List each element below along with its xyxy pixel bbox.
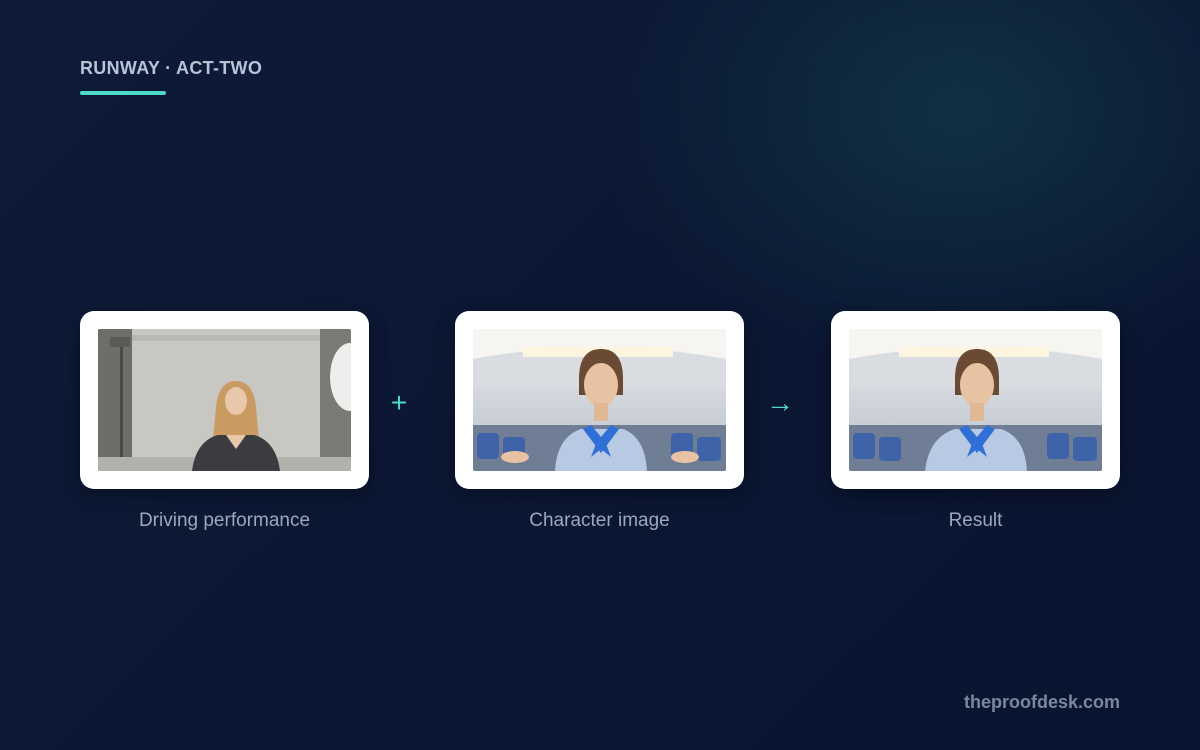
brand: RUNWAY · ACT-TWO [80, 58, 262, 95]
character-image-card [455, 311, 744, 489]
driving-performance-card [80, 311, 369, 489]
result-label: Result [948, 510, 1003, 531]
character-image-label: Character image [529, 510, 670, 531]
driving-performance-image [98, 329, 351, 471]
brand-title: RUNWAY · ACT-TWO [80, 58, 263, 78]
result-image [849, 329, 1102, 471]
footer-site: theproofdesk.com [963, 692, 1120, 712]
result-card [831, 311, 1120, 489]
plus-icon: + [390, 387, 408, 418]
driving-performance-label: Driving performance [138, 510, 311, 531]
brand-underline [80, 91, 166, 95]
arrow-right-icon: → [766, 387, 794, 418]
character-image [473, 329, 726, 471]
